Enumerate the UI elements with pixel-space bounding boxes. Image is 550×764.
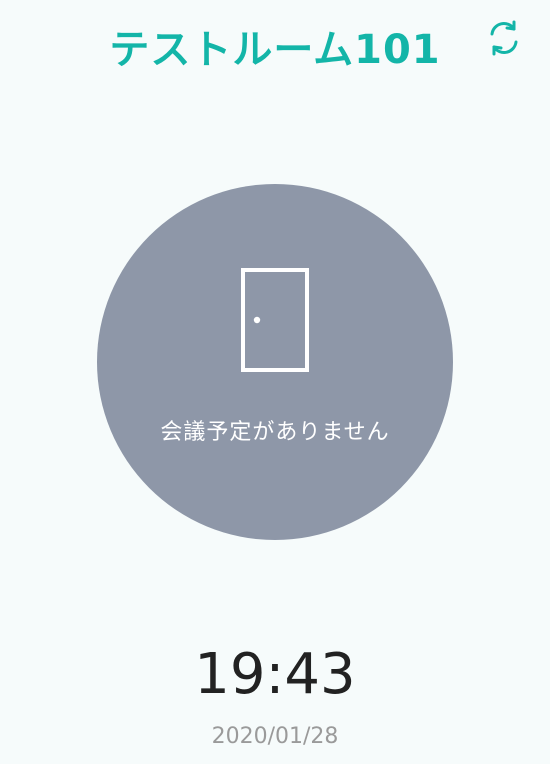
status-circle: 会議予定がありません	[97, 184, 453, 540]
status-message: 会議予定がありません	[160, 420, 390, 445]
clock-date: 2020/01/28	[211, 724, 339, 749]
room-title: テストルーム101	[109, 27, 441, 73]
header: テストルーム101	[0, 0, 550, 100]
refresh-icon	[490, 20, 518, 56]
door-icon	[241, 268, 309, 372]
refresh-button[interactable]	[480, 14, 528, 62]
clock-time: 19:43	[194, 642, 356, 707]
